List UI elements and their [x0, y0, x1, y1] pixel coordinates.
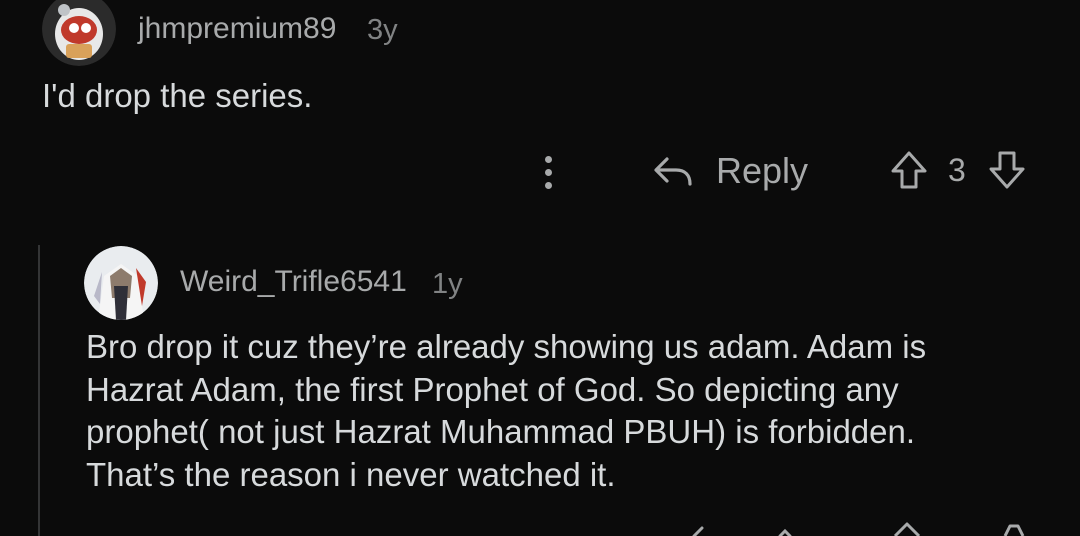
- vote-controls: 3: [890, 150, 1026, 190]
- comment-username[interactable]: jhmpremium89: [138, 12, 336, 46]
- upvote-button[interactable]: [890, 150, 928, 190]
- more-vertical-icon: [544, 155, 552, 163]
- comment2-actions: [600, 522, 1070, 536]
- comment-body-line: Bro drop it cuz they’re already showing …: [86, 328, 927, 365]
- user-avatar[interactable]: [42, 0, 116, 66]
- comment-body-line: That’s the reason i never watched it.: [86, 455, 616, 493]
- downvote-button[interactable]: [988, 150, 1026, 190]
- comment-age: 1y: [432, 268, 463, 300]
- reply-button[interactable]: Reply: [652, 150, 808, 192]
- reply-arrow-icon: [654, 157, 692, 186]
- vote-score: 3: [948, 151, 966, 188]
- thread-line[interactable]: [38, 245, 40, 536]
- comment-username[interactable]: Weird_Trifle6541: [180, 265, 407, 299]
- comment-body: I'd drop the series.: [42, 77, 313, 114]
- comment-body-line: Hazrat Adam, the first Prophet of God. S…: [86, 370, 899, 408]
- comment-body: Bro drop it cuz they’re already showing …: [86, 326, 1066, 496]
- reply-label: Reply: [716, 150, 809, 191]
- comment-age: 3y: [367, 14, 398, 46]
- more-options-button[interactable]: [533, 152, 563, 192]
- comment-body-line: prophet( not just Hazrat Muhammad PBUH) …: [86, 413, 916, 450]
- user-avatar[interactable]: [84, 246, 158, 320]
